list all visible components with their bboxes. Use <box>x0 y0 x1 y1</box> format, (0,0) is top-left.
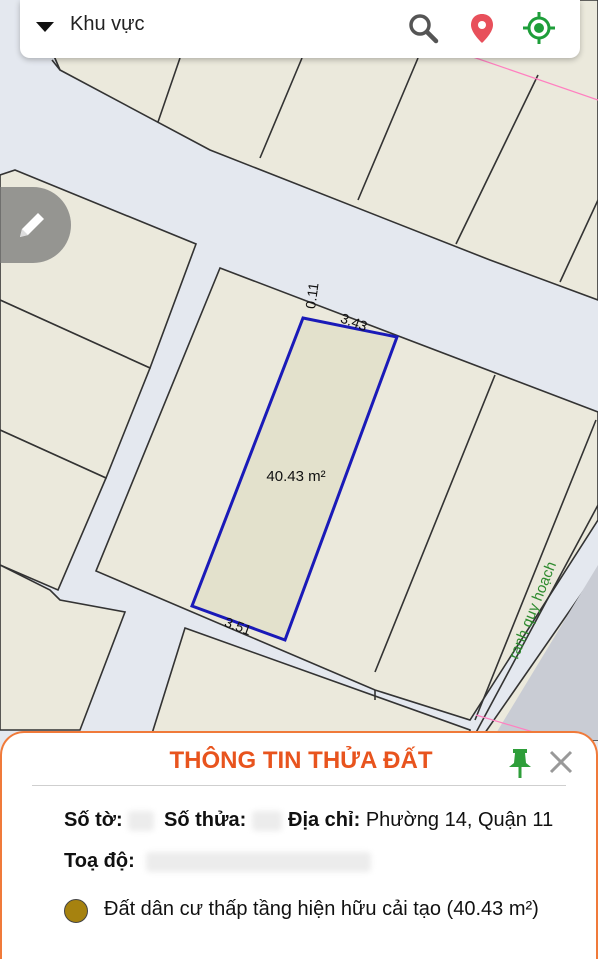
redacted-sheet-number <box>128 810 155 831</box>
parcel-area-label: 40.43 m² <box>266 468 325 485</box>
redacted-coordinates <box>146 851 372 872</box>
address-label: Địa chỉ: <box>288 809 361 831</box>
top-search-bar: Khu vực <box>20 0 580 58</box>
search-icon[interactable] <box>406 11 440 45</box>
location-pin-icon[interactable] <box>465 11 499 45</box>
coordinates-row: Toạ độ: <box>64 850 372 873</box>
close-icon[interactable] <box>548 749 574 775</box>
redacted-parcel-number <box>251 810 282 831</box>
address-row: Địa chỉ: Phường 14, Quận 11 <box>288 809 553 832</box>
parcel-number-row: Số thửa: <box>164 809 282 832</box>
pencil-icon <box>20 213 44 237</box>
sheet-number-label: Số tờ: <box>64 809 123 831</box>
region-selector[interactable]: Khu vực <box>70 13 145 36</box>
parcel-number-label: Số thửa: <box>164 809 247 831</box>
my-location-icon[interactable] <box>522 11 556 45</box>
land-use-color-dot <box>64 899 88 923</box>
pin-icon[interactable] <box>506 747 534 779</box>
parcel-info-panel: THÔNG TIN THỬA ĐẤT Số tờ: Số thửa: Địa c… <box>0 731 598 959</box>
address-value: Phường 14, Quận 11 <box>365 809 554 831</box>
coordinates-label: Toạ độ: <box>64 850 135 872</box>
land-use-text: Đất dân cư thấp tầng hiện hữu cải tạo (4… <box>104 898 539 920</box>
chevron-down-icon[interactable] <box>36 22 54 32</box>
sheet-number-row: Số tờ: <box>64 809 155 832</box>
panel-divider <box>32 785 566 786</box>
